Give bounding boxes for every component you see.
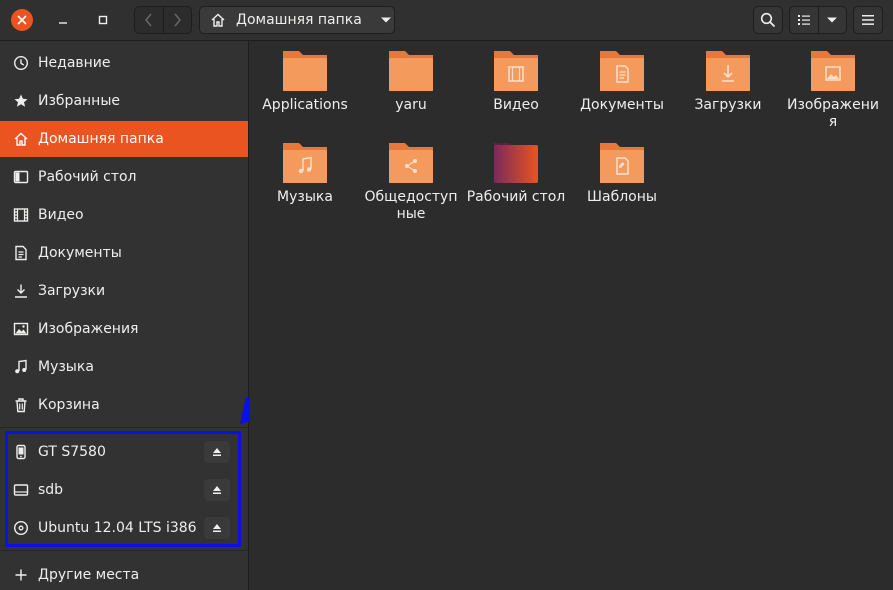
folder-templates-icon: [598, 141, 646, 185]
chevron-down-icon[interactable]: [380, 7, 392, 33]
window-minimize-button[interactable]: [52, 9, 74, 31]
trash-icon: [0, 387, 38, 423]
path-bar-label: Домашняя папка: [236, 12, 362, 28]
clock-icon: [0, 45, 38, 81]
sidebar-item-recent[interactable]: Недавние: [0, 45, 248, 81]
chevron-left-icon: [145, 13, 152, 27]
sidebar-item-label: Недавние: [38, 55, 111, 71]
view-options: [789, 6, 847, 34]
sidebar-item-downloads[interactable]: Загрузки: [0, 273, 248, 309]
sidebar-item-videos[interactable]: Видео: [0, 197, 248, 233]
file-name: Видео: [493, 97, 539, 113]
window-close-button[interactable]: [11, 9, 33, 31]
file-name: Документы: [580, 97, 664, 113]
sidebar-item-label: Изображения: [38, 321, 139, 337]
chevron-down-icon: [827, 17, 838, 23]
sidebar-item-music[interactable]: Музыка: [0, 349, 248, 385]
navigation-buttons: [134, 6, 192, 34]
music-icon: [0, 349, 38, 385]
home-icon: [0, 121, 38, 157]
list-view-button[interactable]: [790, 7, 818, 33]
star-icon: [0, 83, 38, 119]
annotation-highlight-box: [5, 431, 241, 547]
folder-icon: [387, 49, 435, 93]
folder-public-icon: [387, 141, 435, 185]
sidebar-divider: [0, 550, 248, 551]
file-name: Общедоступные: [364, 189, 458, 222]
file-name: Applications: [262, 97, 348, 113]
maximize-icon: [98, 15, 108, 25]
chevron-right-icon: [174, 13, 182, 27]
hamburger-icon: [862, 15, 874, 25]
sidebar-item-label: Корзина: [38, 397, 100, 413]
file-item-documents[interactable]: Документы: [570, 41, 674, 133]
file-name: Изображения: [786, 97, 880, 130]
folder-videos-icon: [492, 49, 540, 93]
folder-documents-icon: [598, 49, 646, 93]
file-item-desktop[interactable]: Рабочий стол: [464, 133, 568, 225]
file-item-templates[interactable]: Шаблоны: [570, 133, 674, 225]
file-name: Загрузки: [694, 97, 762, 113]
sidebar-item-documents[interactable]: Документы: [0, 235, 248, 271]
folder-icon: [281, 49, 329, 93]
file-name: Шаблоны: [587, 189, 657, 205]
home-icon: [200, 7, 236, 33]
sidebar-item-label: Другие места: [38, 567, 140, 583]
file-item-videos[interactable]: Видео: [464, 41, 568, 133]
search-button[interactable]: [753, 6, 783, 34]
folder-pictures-icon: [809, 49, 857, 93]
window-maximize-button[interactable]: [92, 9, 114, 31]
download-icon: [0, 273, 38, 309]
file-name: Рабочий стол: [466, 189, 566, 205]
document-icon: [0, 235, 38, 271]
sidebar-item-label: Загрузки: [38, 283, 106, 299]
film-icon: [0, 197, 38, 233]
plus-icon: [0, 557, 38, 590]
file-item-music[interactable]: Музыка: [253, 133, 357, 225]
back-button[interactable]: [135, 7, 163, 33]
header-bar: Домашняя папка: [0, 0, 893, 41]
sidebar-item-pictures[interactable]: Изображения: [0, 311, 248, 347]
forward-button[interactable]: [162, 7, 191, 33]
sidebar-item-label: Видео: [38, 207, 84, 223]
file-name: Музыка: [277, 189, 333, 205]
sidebar-item-home[interactable]: Домашняя папка: [0, 121, 248, 157]
sidebar-divider: [0, 427, 248, 428]
minimize-icon: [59, 22, 67, 24]
sidebar-item-label: Домашняя папка: [38, 131, 164, 147]
sidebar-item-trash[interactable]: Корзина: [0, 387, 248, 423]
sidebar-item-label: Рабочий стол: [38, 169, 137, 185]
sidebar-item-label: Избранные: [38, 93, 120, 109]
file-item-yaru[interactable]: yaru: [359, 41, 463, 133]
file-item-downloads[interactable]: Загрузки: [676, 41, 780, 133]
file-name: yaru: [395, 97, 427, 113]
close-icon: [17, 15, 27, 25]
sidebar-item-label: Документы: [38, 245, 122, 261]
file-item-pictures[interactable]: Изображения: [781, 41, 885, 133]
file-item-applications[interactable]: Applications: [253, 41, 357, 133]
desktop-icon: [0, 159, 38, 195]
folder-downloads-icon: [704, 49, 752, 93]
sidebar-item-desktop[interactable]: Рабочий стол: [0, 159, 248, 195]
menu-button[interactable]: [853, 6, 883, 34]
folder-music-icon: [281, 141, 329, 185]
view-options-dropdown[interactable]: [817, 7, 846, 33]
folder-desktop-icon: [492, 141, 540, 185]
sidebar-item-starred[interactable]: Избранные: [0, 83, 248, 119]
list-view-icon: [797, 15, 810, 25]
sidebar-item-label: Музыка: [38, 359, 94, 375]
image-icon: [0, 311, 38, 347]
path-bar[interactable]: Домашняя папка: [199, 6, 395, 34]
file-view: Applications yaru Видео Документы Загруз…: [250, 41, 893, 590]
file-item-public[interactable]: Общедоступные: [359, 133, 463, 225]
sidebar-item-other-locations[interactable]: Другие места: [0, 557, 248, 590]
search-icon: [760, 12, 776, 28]
